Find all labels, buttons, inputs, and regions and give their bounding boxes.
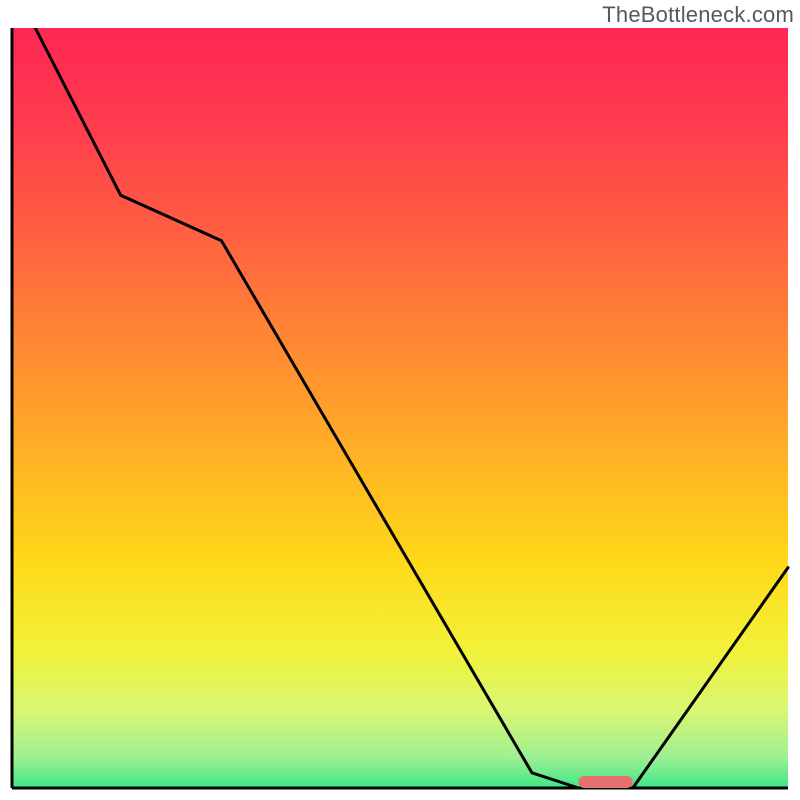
gradient-background — [12, 28, 788, 788]
watermark-text: TheBottleneck.com — [602, 2, 794, 28]
chart-svg — [10, 28, 790, 790]
chart-frame: TheBottleneck.com — [0, 0, 800, 800]
optimal-marker — [578, 776, 632, 788]
plot-area — [10, 28, 790, 790]
